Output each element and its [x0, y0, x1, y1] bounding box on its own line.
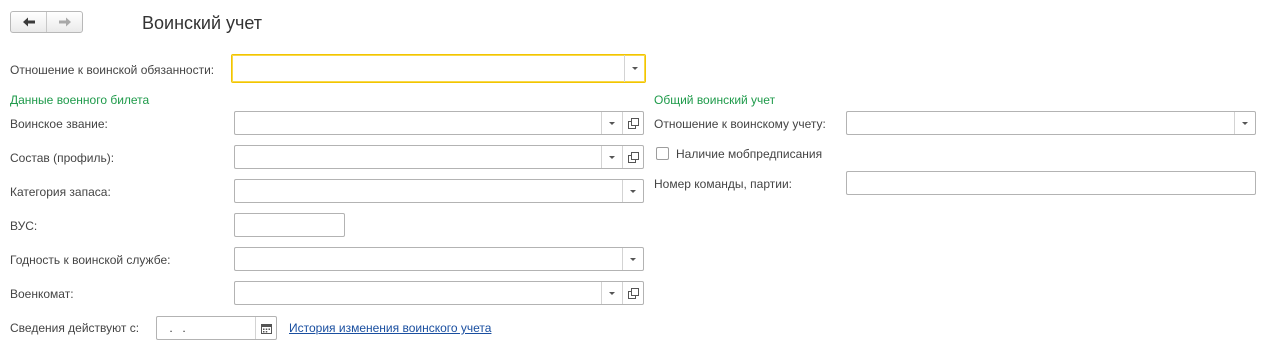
valid-from-date-input[interactable]: . . — [156, 316, 277, 340]
page-title: Воинский учет — [142, 13, 263, 33]
rank-dropdown-button[interactable] — [601, 112, 622, 134]
rank-label: Воинское звание: — [10, 117, 108, 131]
composition-open-button[interactable] — [622, 146, 643, 168]
military-id-section-title: Данные военного билета — [10, 93, 150, 107]
attitude-select[interactable] — [231, 54, 646, 83]
fitness-select[interactable] — [234, 247, 644, 271]
general-registration-section-title: Общий воинский учет — [654, 93, 776, 107]
composition-label: Состав (профиль): — [10, 151, 115, 165]
calendar-icon — [260, 323, 272, 334]
valid-from-label: Сведения действуют с: — [10, 321, 140, 335]
history-link[interactable]: История изменения воинского учета — [289, 321, 491, 335]
chevron-down-icon — [609, 155, 615, 159]
mob-order-checkbox[interactable] — [656, 147, 669, 160]
open-icon — [628, 152, 639, 163]
vus-input[interactable] — [234, 213, 345, 237]
open-icon — [628, 288, 639, 299]
commissariat-dropdown-button[interactable] — [601, 282, 622, 304]
chevron-down-icon — [609, 291, 615, 295]
attitude-dropdown-button[interactable] — [624, 55, 645, 82]
arrow-right-icon — [58, 17, 71, 27]
mob-order-label[interactable]: Наличие мобпредписания — [676, 147, 822, 161]
rank-open-button[interactable] — [622, 112, 643, 134]
open-icon — [628, 118, 639, 129]
registration-attitude-label: Отношение к воинскому учету: — [654, 117, 826, 131]
registration-attitude-select[interactable] — [846, 111, 1256, 135]
fitness-value — [235, 248, 622, 270]
forward-button[interactable] — [46, 12, 82, 32]
team-number-input[interactable] — [846, 171, 1256, 195]
commissariat-value — [235, 282, 601, 304]
history-nav-group — [10, 11, 83, 33]
reserve-category-label: Категория запаса: — [10, 185, 111, 199]
fitness-dropdown-button[interactable] — [622, 248, 643, 270]
chevron-down-icon — [630, 257, 636, 261]
calendar-button[interactable] — [255, 317, 276, 339]
chevron-down-icon — [1242, 121, 1248, 125]
arrow-left-icon — [22, 17, 35, 27]
reserve-category-value — [235, 180, 622, 202]
chevron-down-icon — [630, 189, 636, 193]
composition-value — [235, 146, 601, 168]
chevron-down-icon — [609, 121, 615, 125]
commissariat-open-button[interactable] — [622, 282, 643, 304]
reserve-category-dropdown-button[interactable] — [622, 180, 643, 202]
commissariat-label: Военкомат: — [10, 287, 74, 301]
fitness-label: Годность к воинской службе: — [10, 253, 171, 267]
back-button[interactable] — [11, 12, 46, 32]
vus-label: ВУС: — [10, 219, 38, 233]
reserve-category-select[interactable] — [234, 179, 644, 203]
rank-select[interactable] — [234, 111, 644, 135]
registration-attitude-value — [847, 112, 1234, 134]
composition-select[interactable] — [234, 145, 644, 169]
valid-from-value: . . — [165, 321, 187, 335]
team-number-value — [847, 172, 1255, 194]
vus-value — [235, 214, 344, 236]
attitude-label: Отношение к воинской обязанности: — [10, 63, 215, 77]
commissariat-select[interactable] — [234, 281, 644, 305]
composition-dropdown-button[interactable] — [601, 146, 622, 168]
chevron-down-icon — [632, 67, 638, 70]
rank-value — [235, 112, 601, 134]
team-number-label: Номер команды, партии: — [654, 177, 792, 191]
registration-attitude-dropdown-button[interactable] — [1234, 112, 1255, 134]
attitude-value — [232, 55, 624, 82]
